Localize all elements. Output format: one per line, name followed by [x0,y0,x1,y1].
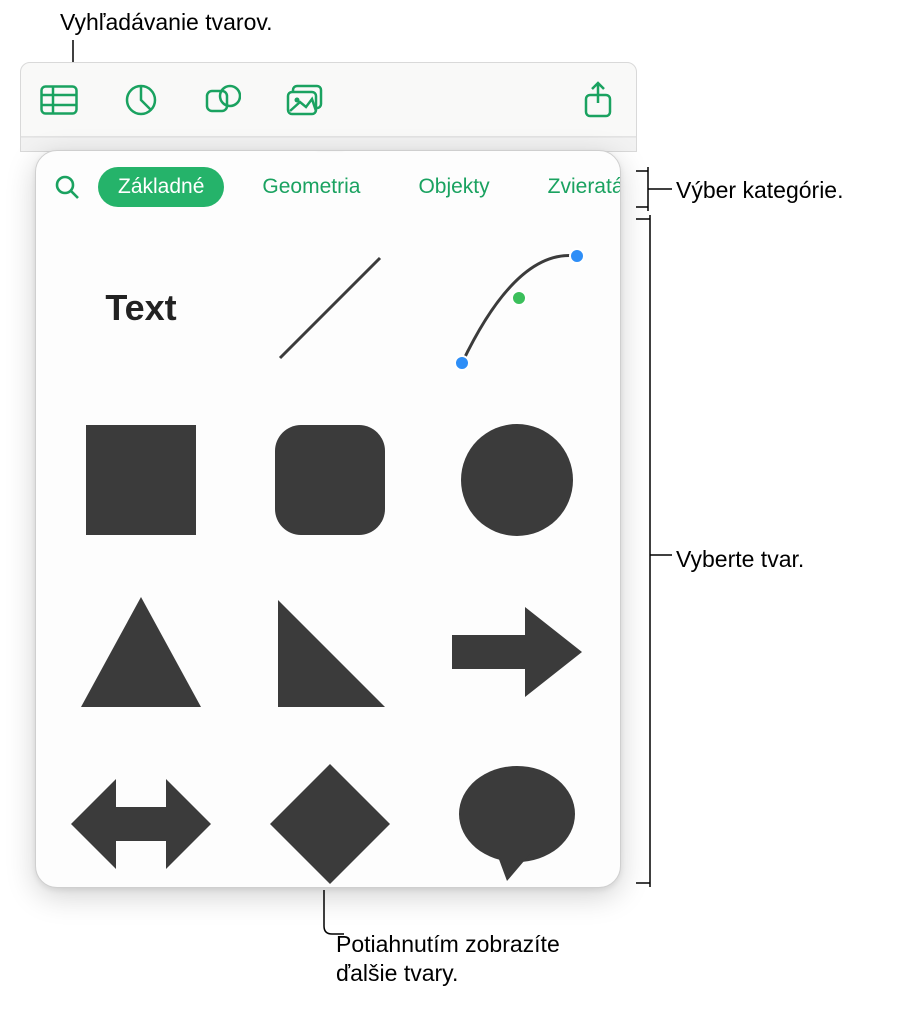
shapes-grid[interactable]: Text [36,217,620,888]
callout-category-leader [636,167,672,213]
callout-category: Výber kategórie. [676,176,843,205]
toolbar-chart-button[interactable] [117,76,165,124]
search-icon[interactable] [54,174,80,200]
shape-speech-bubble[interactable] [443,743,590,888]
shape-right-triangle[interactable] [256,571,403,733]
shapes-popover: Základné Geometria Objekty Zvieratá Text [35,150,621,888]
category-objects[interactable]: Objekty [398,167,509,207]
app-window [20,62,637,152]
category-geometry[interactable]: Geometria [242,167,380,207]
shape-diamond[interactable] [256,743,403,888]
toolbar-table-button[interactable] [35,76,83,124]
shape-square[interactable] [66,399,216,561]
shape-circle[interactable] [443,399,590,561]
toolbar-shape-button[interactable] [199,76,247,124]
callout-search: Vyhľadávanie tvarov. [60,8,273,37]
callout-select-shape: Vyberte tvar. [676,545,804,574]
shape-text[interactable]: Text [66,227,216,389]
toolbar-share-button[interactable] [574,76,622,124]
category-bar: Základné Geometria Objekty Zvieratá [36,151,620,217]
callout-select-shape-leader [636,215,672,891]
category-animals[interactable]: Zvieratá [528,167,621,207]
category-basic[interactable]: Základné [98,167,224,207]
shape-arrow-bidirectional[interactable] [66,743,216,888]
shape-curve[interactable] [443,227,590,389]
toolbar [21,63,636,137]
shape-triangle[interactable] [66,571,216,733]
shape-text-label: Text [105,287,176,329]
toolbar-media-button[interactable] [281,76,329,124]
shape-rounded-square[interactable] [256,399,403,561]
shape-line[interactable] [256,227,403,389]
document-area [21,137,636,151]
callout-drag-more-leader [320,890,350,940]
callout-drag-more: Potiahnutím zobrazíte ďalšie tvary. [336,930,560,988]
shape-arrow-right[interactable] [443,571,590,733]
